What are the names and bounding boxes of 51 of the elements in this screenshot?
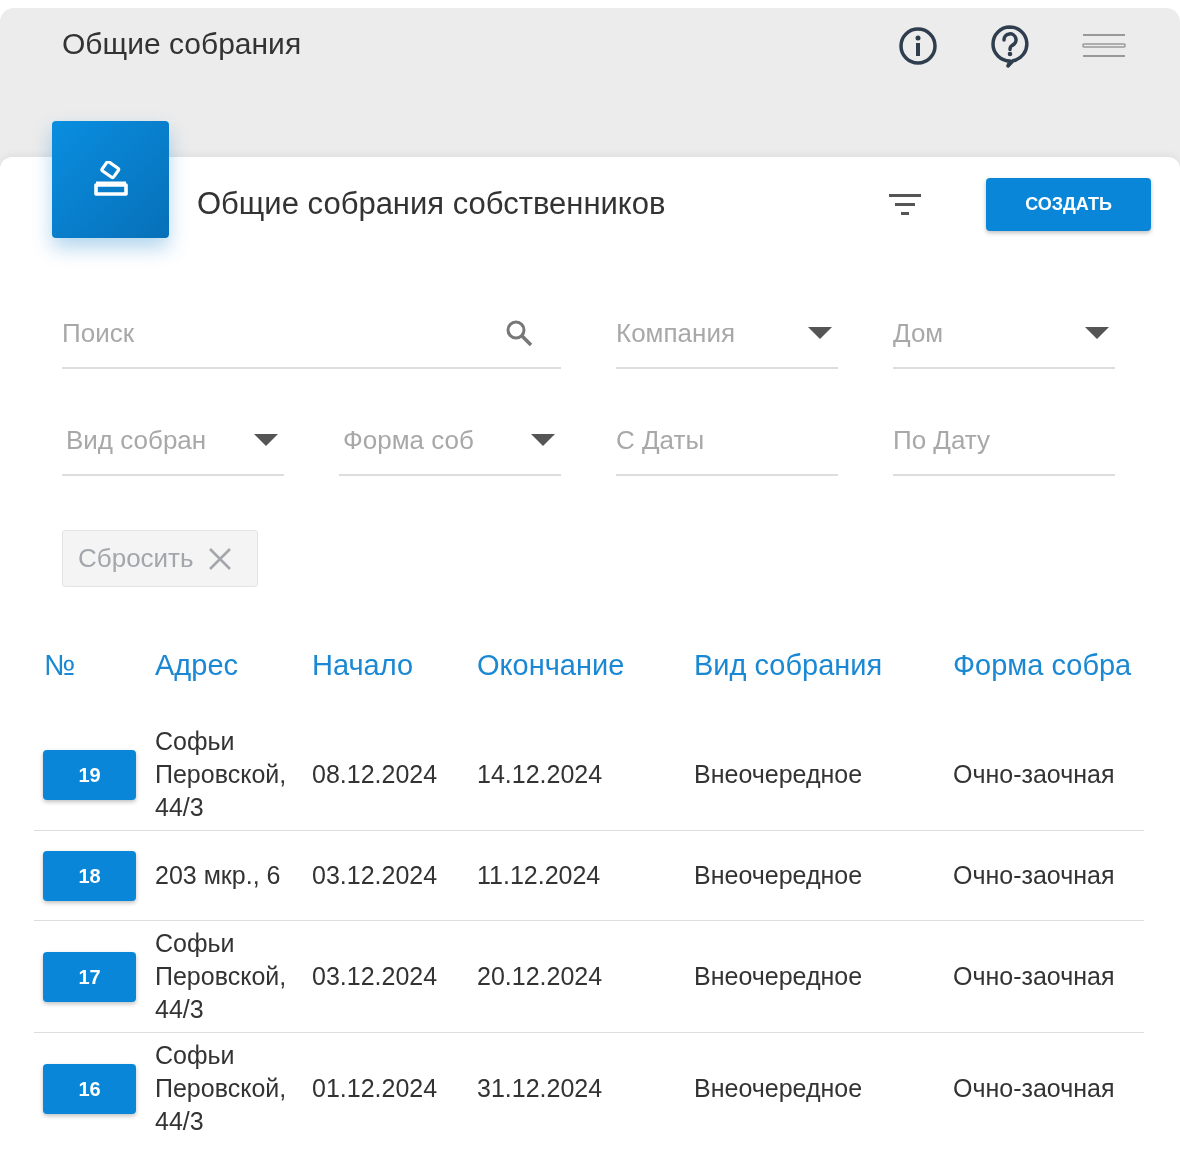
column-header[interactable]: Адрес [145,644,239,688]
table-cell-text: Очно-заочная [953,1073,1115,1104]
date-cell-text: 14.12.2024 [477,759,603,790]
create-button[interactable]: СОЗДАТЬ [986,178,1151,231]
filter-icon[interactable] [888,191,922,218]
date-cell-text: 01.12.2024 [312,1073,438,1104]
dropdown-field[interactable]: Форма соб [343,420,531,460]
column-header[interactable]: Окончание [467,644,625,688]
address-cell-text: 203 мкр., 6 [155,860,282,891]
table-cell-text: Очно-заочная [953,759,1115,790]
dropdown-field[interactable]: Компания [616,313,808,353]
column-header[interactable]: Вид собрания [684,644,883,688]
table-cell-text: Внеочередное [694,860,863,891]
reset-button[interactable]: Сбросить [62,530,258,587]
table-cell-text: Очно-заочная [953,860,1115,891]
row-number-button[interactable]: 19 [43,749,136,800]
table-cell-text: Внеочередное [694,961,863,992]
table-cell-text: Внеочередное [694,1073,863,1104]
address-cell-text: Софьи Перовской, 44/3 [155,1040,288,1137]
table-cell-text: Очно-заочная [953,961,1115,992]
dropdown-caret-icon [1085,327,1109,339]
ballot-box-icon [91,160,130,199]
row-number-button[interactable]: 16 [43,1063,136,1114]
dropdown-caret-icon [808,327,832,339]
date-cell-text: 03.12.2024 [312,860,438,891]
dropdown-field[interactable]: Дом [893,313,1085,353]
dropdown-caret-icon [531,434,555,446]
date-cell-text: 08.12.2024 [312,759,438,790]
column-header[interactable]: Форма собра [943,644,1132,688]
search-icon [505,319,533,347]
row-number-button[interactable]: 17 [43,951,136,1002]
address-cell-text: Софьи Перовской, 44/3 [155,726,288,823]
date-field[interactable]: С Даты [616,420,836,460]
card-title: Общие собрания собственников [197,185,666,224]
help-icon[interactable] [990,24,1030,68]
page-title: Общие собрания [62,26,302,62]
dropdown-field[interactable]: Вид собран [66,420,254,460]
search-field[interactable]: Поиск [62,313,505,353]
date-cell-text: 31.12.2024 [477,1073,603,1104]
address-cell-text: Софьи Перовской, 44/3 [155,928,288,1025]
info-icon[interactable] [898,26,938,66]
column-header[interactable]: Начало [302,644,414,688]
column-header[interactable]: № [34,644,76,688]
date-cell-text: 03.12.2024 [312,961,438,992]
close-icon [207,546,232,571]
row-number-button[interactable]: 18 [43,850,136,901]
table-cell-text: Внеочередное [694,759,863,790]
date-field[interactable]: По Дату [893,420,1113,460]
dropdown-caret-icon [254,434,278,446]
date-cell-text: 11.12.2024 [477,860,601,891]
date-cell-text: 20.12.2024 [477,961,603,992]
